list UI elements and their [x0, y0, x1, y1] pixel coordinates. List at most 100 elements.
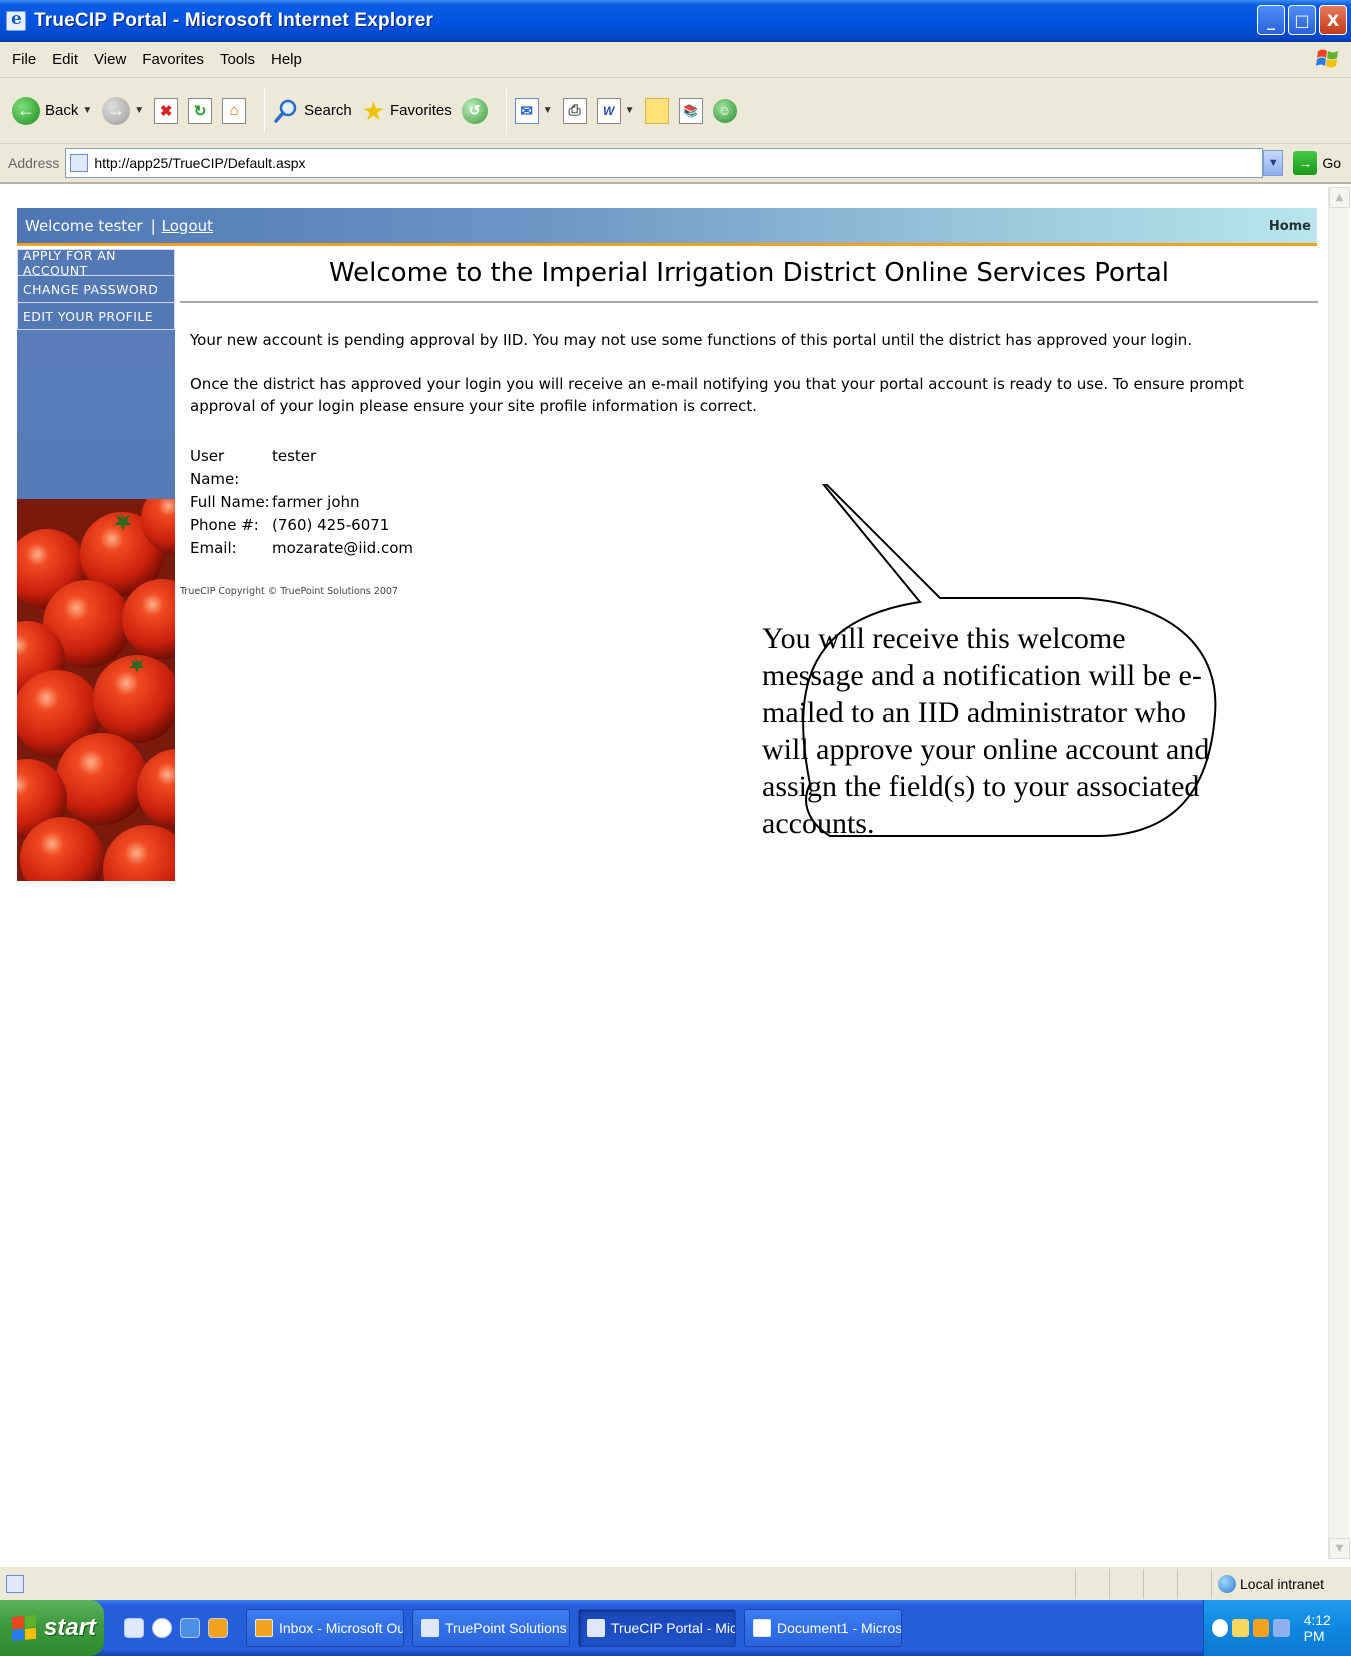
status-panels: Local intranet — [1075, 1569, 1351, 1599]
window-title-bar[interactable]: TrueCIP Portal - Microsoft Internet Expl… — [0, 0, 1351, 42]
system-tray: 4:12 PM — [1203, 1600, 1351, 1656]
ie-quicklaunch-icon[interactable] — [124, 1618, 144, 1638]
forward-button[interactable]: → ▼ — [102, 96, 144, 125]
go-arrow-icon: → — [1293, 151, 1318, 175]
edit-dropdown-icon[interactable]: ▼ — [625, 105, 635, 116]
refresh-icon: ↻ — [188, 97, 213, 124]
task-truepoint-solutions[interactable]: TruePoint Solutions - ... — [412, 1609, 570, 1647]
refresh-button[interactable]: ↻ — [188, 97, 213, 124]
portal-header: Welcome tester | Logout Home — [17, 208, 1317, 246]
back-button[interactable]: ← Back ▼ — [12, 96, 92, 125]
window-controls: _ □ X — [1257, 5, 1347, 35]
address-input[interactable]: http://app25/TrueCIP/Default.aspx — [65, 148, 1264, 178]
search-icon — [274, 99, 297, 123]
pending-approval-message: Your new account is pending approval by … — [190, 331, 1193, 349]
back-dropdown-icon[interactable]: ▼ — [82, 105, 92, 116]
full-name-value: farmer john — [272, 492, 360, 511]
stop-button[interactable]: ✖ — [154, 97, 179, 124]
media-quicklaunch-icon[interactable] — [152, 1618, 172, 1638]
security-zone-label: Local intranet — [1240, 1576, 1325, 1592]
security-zone: Local intranet — [1211, 1569, 1351, 1599]
logout-link[interactable]: Logout — [162, 217, 213, 235]
window-title: TrueCIP Portal - Microsoft Internet Expl… — [34, 10, 434, 31]
research-button[interactable]: 📚 — [678, 97, 703, 124]
note-icon — [644, 97, 669, 124]
task-label: TruePoint Solutions - ... — [445, 1620, 569, 1636]
mail-button[interactable]: ✉ ▼ — [514, 97, 553, 124]
stop-icon: ✖ — [154, 97, 179, 124]
favorites-label: Favorites — [390, 102, 452, 119]
email-label: Email: — [190, 538, 237, 557]
menu-view[interactable]: View — [94, 51, 126, 68]
scroll-up-icon[interactable]: ▲ — [1329, 187, 1350, 208]
network-tray-icon[interactable] — [1273, 1619, 1290, 1637]
outlook-tray-icon[interactable] — [1252, 1619, 1270, 1637]
browser-viewport: Welcome tester | Logout Home APPLY FOR A… — [0, 184, 1351, 1566]
home-button[interactable]: ⌂ — [222, 97, 247, 124]
close-button[interactable]: X — [1319, 5, 1347, 35]
history-button[interactable]: ↺ — [461, 97, 488, 124]
messenger-button[interactable]: ☺ — [712, 98, 737, 123]
welcome-user-text: Welcome tester — [25, 216, 143, 235]
vertical-scrollbar[interactable]: ▲ ▼ — [1328, 187, 1350, 1559]
sidebar-item-apply-for-account[interactable]: APPLY FOR AN ACCOUNT — [17, 249, 175, 278]
menu-file[interactable]: File — [12, 51, 36, 68]
standard-toolbar: ← Back ▼ → ▼ ✖ ↻ ⌂ Search ★ Favorites ↺ … — [0, 78, 1351, 144]
menu-help[interactable]: Help — [271, 51, 302, 68]
approval-email-message: Once the district has approved your logi… — [190, 374, 1244, 416]
status-bar: Local intranet — [0, 1566, 1351, 1600]
page-icon — [70, 154, 89, 172]
edit-button[interactable]: W ▼ — [596, 97, 635, 124]
address-bar: Address http://app25/TrueCIP/Default.asp… — [0, 144, 1351, 184]
back-label: Back — [45, 102, 79, 119]
mail-tray-icon[interactable] — [1232, 1619, 1249, 1637]
menu-tools[interactable]: Tools — [220, 51, 255, 68]
back-arrow-icon: ← — [12, 96, 40, 125]
history-icon: ↺ — [461, 97, 488, 124]
sidebar-item-change-password[interactable]: CHANGE PASSWORD — [17, 276, 175, 303]
status-panel — [1109, 1569, 1143, 1599]
print-button[interactable]: ⎙ — [562, 97, 587, 124]
mail-icon: ✉ — [514, 97, 539, 124]
mail-dropdown-icon[interactable]: ▼ — [543, 105, 553, 116]
maximize-button[interactable]: □ — [1288, 5, 1316, 35]
internet-explorer-icon — [587, 1619, 605, 1637]
clock[interactable]: 4:12 PM — [1304, 1612, 1351, 1644]
go-label: Go — [1322, 155, 1341, 171]
home-link[interactable]: Home — [1269, 219, 1311, 234]
local-intranet-icon — [1218, 1575, 1236, 1593]
header-separator: | — [150, 216, 156, 235]
search-button[interactable]: Search — [273, 98, 352, 124]
desktop-quicklaunch-icon[interactable] — [180, 1618, 200, 1638]
task-label: Document1 - Microsof... — [777, 1620, 902, 1636]
menu-edit[interactable]: Edit — [52, 51, 78, 68]
start-label: start — [44, 1614, 97, 1641]
address-url[interactable]: http://app25/TrueCIP/Default.aspx — [94, 155, 305, 171]
task-truecip-portal[interactable]: TrueCIP Portal - Micr... — [578, 1609, 736, 1647]
toolbar-separator — [264, 88, 266, 133]
status-panel — [1177, 1569, 1211, 1599]
scroll-down-icon[interactable]: ▼ — [1329, 1538, 1350, 1559]
page-title: Welcome to the Imperial Irrigation Distr… — [180, 246, 1318, 303]
word-document-icon — [753, 1619, 771, 1637]
sidebar-item-edit-profile[interactable]: EDIT YOUR PROFILE — [17, 303, 175, 330]
minimize-button[interactable]: _ — [1257, 5, 1285, 35]
show-hidden-icons-chevron-icon[interactable] — [1212, 1619, 1229, 1637]
windows-flag-icon — [12, 1614, 36, 1642]
tomatoes-image — [17, 499, 175, 881]
toolbar-separator — [505, 88, 507, 133]
internet-explorer-icon — [421, 1619, 439, 1637]
menu-favorites[interactable]: Favorites — [142, 51, 204, 68]
task-word-document[interactable]: Document1 - Microsof... — [744, 1609, 902, 1647]
status-panel — [1143, 1569, 1177, 1599]
print-icon: ⎙ — [562, 97, 587, 124]
favorites-button[interactable]: ★ Favorites — [362, 98, 452, 124]
start-button[interactable]: start — [0, 1600, 104, 1656]
address-dropdown-icon[interactable]: ▼ — [1263, 150, 1284, 176]
outlook-quicklaunch-icon[interactable] — [208, 1618, 228, 1638]
discuss-button[interactable] — [644, 97, 669, 124]
go-button[interactable]: → Go — [1293, 151, 1341, 175]
task-outlook-inbox[interactable]: Inbox - Microsoft Out... — [246, 1609, 404, 1647]
forward-dropdown-icon[interactable]: ▼ — [134, 105, 144, 116]
page-status-icon — [6, 1574, 24, 1593]
